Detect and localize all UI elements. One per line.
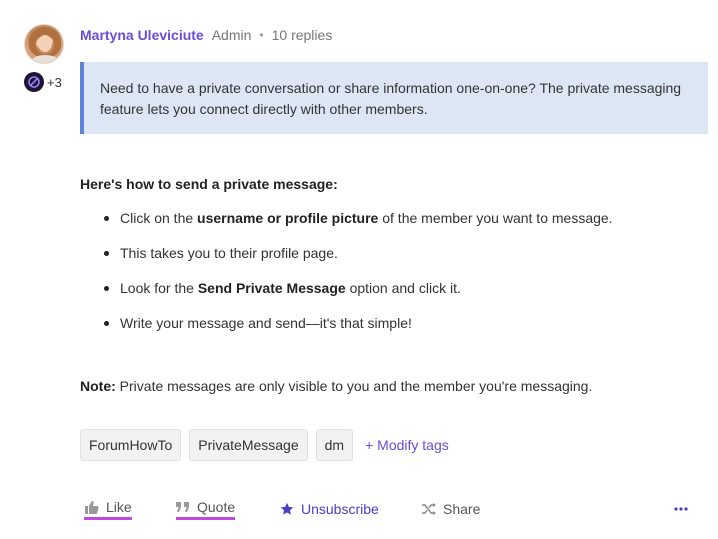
unsubscribe-label: Unsubscribe bbox=[301, 501, 379, 517]
share-button[interactable]: Share bbox=[422, 498, 480, 520]
post-actions: Like Quote Unsubscribe Share bbox=[84, 498, 694, 522]
info-callout: Need to have a private conversation or s… bbox=[80, 62, 708, 134]
reply-count: 10 replies bbox=[271, 27, 333, 43]
like-button[interactable]: Like bbox=[84, 498, 132, 520]
tag-list: ForumHowTo PrivateMessage dm + Modify ta… bbox=[80, 429, 449, 461]
note-label: Note: bbox=[80, 378, 116, 394]
tag-privatemessage[interactable]: PrivateMessage bbox=[189, 429, 308, 461]
author-avatar[interactable] bbox=[24, 24, 64, 64]
modify-tags-link[interactable]: + Modify tags bbox=[365, 437, 449, 453]
list-item: Look for the Send Private Message option… bbox=[104, 278, 613, 313]
step-text: Write your message and send—it's that si… bbox=[120, 315, 412, 331]
like-label: Like bbox=[106, 498, 132, 515]
list-item: Click on the username or profile picture… bbox=[104, 208, 613, 243]
note-text: Private messages are only visible to you… bbox=[115, 378, 593, 394]
badges[interactable]: +3 bbox=[24, 72, 62, 92]
quote-label: Quote bbox=[197, 498, 236, 515]
step-text: This takes you to their profile page. bbox=[120, 245, 338, 261]
unsubscribe-button[interactable]: Unsubscribe bbox=[280, 498, 379, 520]
more-options-button[interactable] bbox=[674, 498, 688, 520]
tag-forumhowto[interactable]: ForumHowTo bbox=[80, 429, 182, 461]
step-text: Look for the bbox=[120, 280, 198, 296]
step-bold: profile picture bbox=[284, 210, 379, 226]
callout-text: Need to have a private conversation or s… bbox=[100, 80, 682, 117]
share-label: Share bbox=[443, 501, 481, 517]
step-text: of the member you want to message. bbox=[378, 210, 613, 226]
step-bold: or bbox=[263, 210, 285, 226]
list-item: Write your message and send—it's that si… bbox=[104, 313, 613, 348]
author-name[interactable]: Martyna Uleviciute bbox=[80, 27, 204, 43]
star-icon bbox=[280, 502, 294, 516]
tag-dm[interactable]: dm bbox=[315, 429, 354, 461]
ellipsis-icon bbox=[674, 507, 688, 511]
author-role: Admin bbox=[211, 27, 252, 43]
meta-separator: • bbox=[259, 28, 264, 42]
steps-list: Click on the username or profile picture… bbox=[104, 208, 613, 348]
list-item: This takes you to their profile page. bbox=[104, 243, 613, 278]
badge-count: +3 bbox=[47, 74, 62, 90]
avatar-shoulders bbox=[31, 55, 59, 63]
quote-button[interactable]: Quote bbox=[176, 498, 236, 520]
howto-title: Here's how to send a private message: bbox=[80, 176, 338, 192]
step-text: option and click it. bbox=[345, 280, 461, 296]
post-meta: Martyna Uleviciute Admin • 10 replies bbox=[80, 27, 332, 43]
step-text: Click on the bbox=[120, 210, 198, 226]
step-bold: Send Private Message bbox=[197, 280, 346, 296]
avatar-face bbox=[38, 35, 52, 52]
shuffle-icon bbox=[422, 503, 436, 515]
note: Note: Private messages are only visible … bbox=[80, 378, 592, 394]
thumbs-up-icon bbox=[84, 500, 99, 514]
quote-icon bbox=[176, 501, 190, 512]
step-bold: username bbox=[197, 210, 264, 226]
slashed-circle-badge-icon bbox=[24, 72, 44, 92]
